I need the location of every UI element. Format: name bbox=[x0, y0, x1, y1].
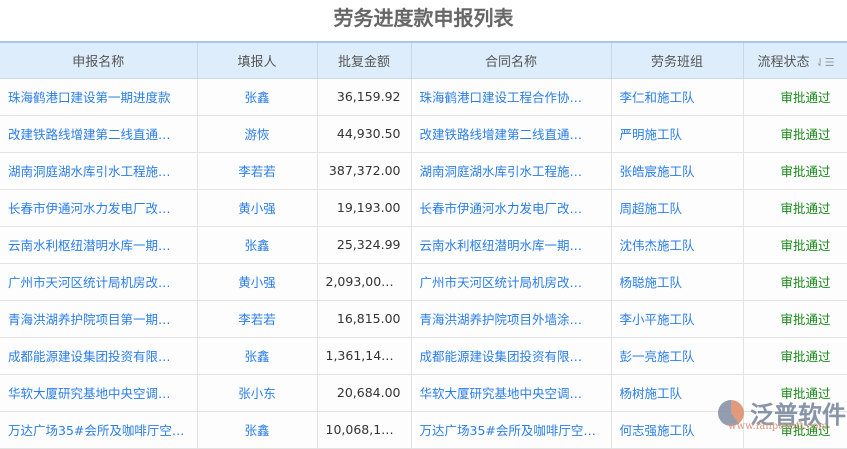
amount-cell: 25,324.99 bbox=[317, 226, 412, 264]
sort-icon[interactable]: ⇃☰ bbox=[815, 56, 834, 69]
contract-name-link[interactable]: 湖南洞庭湖水库引水工程施… bbox=[411, 152, 612, 190]
contract-name-link[interactable]: 成都能源建设集团投资有限… bbox=[411, 337, 612, 375]
amount-cell: 19,193.00 bbox=[317, 189, 412, 227]
team-cell: 严明施工队 bbox=[611, 115, 744, 153]
report-name-link[interactable]: 改建铁路线增建第二线直通… bbox=[0, 115, 198, 153]
reporter-cell: 张鑫 bbox=[197, 337, 318, 375]
reporter-cell: 李若若 bbox=[197, 152, 318, 190]
header-label: 流程状态 bbox=[757, 54, 810, 70]
team-cell: 彭一亮施工队 bbox=[611, 337, 744, 375]
column-header-team[interactable]: 劳务班组 bbox=[611, 42, 744, 79]
table-row[interactable]: 青海洪湖养护院项目第一期… 李若若 16,815.00 青海洪湖养护院项目外墙涂… 李小… bbox=[0, 300, 847, 338]
team-cell: 李小平施工队 bbox=[611, 300, 744, 338]
table-row[interactable]: 湖南洞庭湖水库引水工程施… 李若若 387,372.00 湖南洞庭湖水库引水工程施… 张… bbox=[0, 152, 847, 190]
amount-cell: 2,093,000… bbox=[317, 263, 412, 301]
table-row[interactable]: 成都能源建设集团投资有限… 张鑫 1,361,140… 成都能源建设集团投资有限… 彭一… bbox=[0, 337, 847, 375]
watermark: 泛普软件 www.fanpusoft.com bbox=[718, 395, 846, 432]
report-name-link[interactable]: 广州市天河区统计局机房改… bbox=[0, 263, 198, 301]
column-header-contract[interactable]: 合同名称 bbox=[411, 42, 612, 79]
table-row[interactable]: 珠海鹤港口建设第一期进度款 张鑫 36,159.92 珠海鹤港口建设工程合作协… 李仁和… bbox=[0, 78, 847, 116]
status-badge: 审批通过 bbox=[743, 263, 847, 301]
contract-name-link[interactable]: 青海洪湖养护院项目外墙涂… bbox=[411, 300, 612, 338]
team-cell: 李仁和施工队 bbox=[611, 78, 744, 116]
contract-name-link[interactable]: 万达广场35#会所及咖啡厅空… bbox=[411, 411, 612, 449]
table-row[interactable]: 广州市天河区统计局机房改… 黄小强 2,093,000… 广州市天河区统计局机房改… 杨… bbox=[0, 263, 847, 301]
table-row[interactable]: 改建铁路线增建第二线直通… 游恢 44,930.50 改建铁路线增建第二线直通… 严明施… bbox=[0, 115, 847, 153]
reporter-cell: 游恢 bbox=[197, 115, 318, 153]
report-name-link[interactable]: 湖南洞庭湖水库引水工程施… bbox=[0, 152, 198, 190]
amount-cell: 20,684.00 bbox=[317, 374, 412, 412]
column-header-amount[interactable]: 批复金额 bbox=[317, 42, 412, 79]
column-header-name[interactable]: 申报名称 bbox=[0, 42, 198, 79]
report-name-link[interactable]: 珠海鹤港口建设第一期进度款 bbox=[0, 78, 198, 116]
status-badge: 审批通过 bbox=[743, 300, 847, 338]
header-label: 填报人 bbox=[237, 54, 277, 70]
reporter-cell: 张小东 bbox=[197, 374, 318, 412]
table-row[interactable]: 长春市伊通河水力发电厂改… 黄小强 19,193.00 长春市伊通河水力发电厂改… 周超… bbox=[0, 189, 847, 227]
reporter-cell: 张鑫 bbox=[197, 78, 318, 116]
report-table: 申报名称 填报人 批复金额 合同名称 劳务班组 流程状态 ⇃☰ 珠海鹤港口建设第一… bbox=[0, 41, 847, 449]
watermark-url: www.fanpusoft.com bbox=[728, 421, 828, 432]
amount-cell: 1,361,140… bbox=[317, 337, 412, 375]
header-label: 申报名称 bbox=[72, 54, 125, 70]
table-row[interactable]: 云南水利枢纽潜明水库一期… 张鑫 25,324.99 云南水利枢纽潜明水库一期… 沈伟杰… bbox=[0, 226, 847, 264]
report-name-link[interactable]: 华软大厦研究基地中央空调… bbox=[0, 374, 198, 412]
contract-name-link[interactable]: 华软大厦研究基地中央空调… bbox=[411, 374, 612, 412]
status-badge: 审批通过 bbox=[743, 337, 847, 375]
reporter-cell: 张鑫 bbox=[197, 226, 318, 264]
header-label: 合同名称 bbox=[484, 54, 537, 70]
amount-cell: 44,930.50 bbox=[317, 115, 412, 153]
amount-cell: 387,372.00 bbox=[317, 152, 412, 190]
reporter-cell: 黄小强 bbox=[197, 189, 318, 227]
status-badge: 审批通过 bbox=[743, 189, 847, 227]
contract-name-link[interactable]: 云南水利枢纽潜明水库一期… bbox=[411, 226, 612, 264]
team-cell: 杨聪施工队 bbox=[611, 263, 744, 301]
report-name-link[interactable]: 成都能源建设集团投资有限… bbox=[0, 337, 198, 375]
contract-name-link[interactable]: 改建铁路线增建第二线直通… bbox=[411, 115, 612, 153]
reporter-cell: 黄小强 bbox=[197, 263, 318, 301]
header-label: 劳务班组 bbox=[650, 54, 703, 70]
contract-name-link[interactable]: 长春市伊通河水力发电厂改… bbox=[411, 189, 612, 227]
report-name-link[interactable]: 青海洪湖养护院项目第一期… bbox=[0, 300, 198, 338]
table-header: 申报名称 填报人 批复金额 合同名称 劳务班组 流程状态 ⇃☰ bbox=[0, 42, 847, 79]
column-header-status[interactable]: 流程状态 ⇃☰ bbox=[743, 42, 847, 79]
status-badge: 审批通过 bbox=[743, 115, 847, 153]
team-cell: 周超施工队 bbox=[611, 189, 744, 227]
report-name-link[interactable]: 云南水利枢纽潜明水库一期… bbox=[0, 226, 198, 264]
status-badge: 审批通过 bbox=[743, 226, 847, 264]
status-badge: 审批通过 bbox=[743, 78, 847, 116]
report-name-link[interactable]: 长春市伊通河水力发电厂改… bbox=[0, 189, 198, 227]
amount-cell: 16,815.00 bbox=[317, 300, 412, 338]
amount-cell: 10,068,18… bbox=[317, 411, 412, 449]
column-header-reporter[interactable]: 填报人 bbox=[197, 42, 318, 79]
page-title: 劳务进度款申报列表 bbox=[333, 6, 514, 30]
header-label: 批复金额 bbox=[337, 54, 390, 70]
reporter-cell: 李若若 bbox=[197, 300, 318, 338]
contract-name-link[interactable]: 广州市天河区统计局机房改… bbox=[411, 263, 612, 301]
report-name-link[interactable]: 万达广场35#会所及咖啡厅空… bbox=[0, 411, 198, 449]
team-cell: 张皓宸施工队 bbox=[611, 152, 744, 190]
team-cell: 沈伟杰施工队 bbox=[611, 226, 744, 264]
reporter-cell: 张鑫 bbox=[197, 411, 318, 449]
amount-cell: 36,159.92 bbox=[317, 78, 412, 116]
status-badge: 审批通过 bbox=[743, 152, 847, 190]
contract-name-link[interactable]: 珠海鹤港口建设工程合作协… bbox=[411, 78, 612, 116]
